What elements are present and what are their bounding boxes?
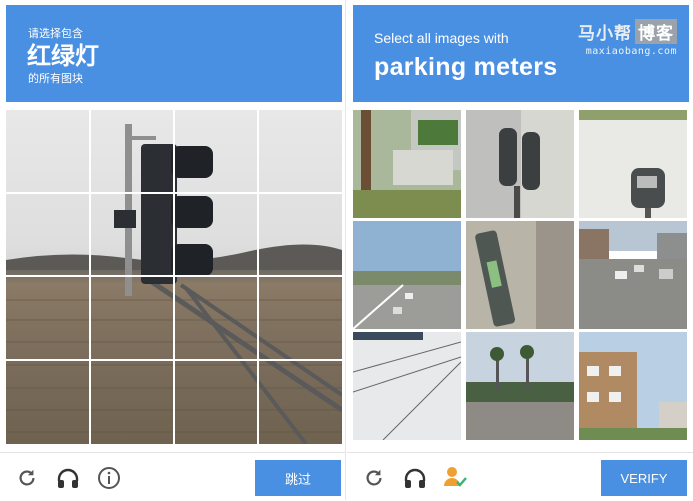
grid-line [6, 275, 342, 277]
traffic-light-image-grid[interactable] [6, 110, 342, 444]
image-tile[interactable] [579, 221, 687, 329]
watermark: 马小帮 博客 maxiaobang.com [578, 19, 677, 57]
headphones-icon[interactable] [55, 465, 81, 491]
grid-line [89, 110, 91, 444]
watermark-box: 博客 [635, 19, 677, 44]
instruction-line1: 请选择包含 [28, 28, 83, 40]
image-tile[interactable] [353, 110, 461, 218]
watermark-name: 马小帮 [578, 24, 632, 44]
left-captcha-header: 请选择包含 红绿灯 的所有图块 [6, 5, 342, 102]
image-tile[interactable] [466, 221, 574, 329]
left-captcha-panel: 请选择包含 红绿灯 的所有图块 跳过 [0, 0, 346, 500]
image-tile[interactable] [466, 110, 574, 218]
image-tile[interactable] [579, 332, 687, 440]
image-tile[interactable] [353, 221, 461, 329]
info-icon[interactable] [96, 465, 122, 491]
image-tile[interactable] [466, 332, 574, 440]
person-check-icon[interactable] [443, 465, 469, 491]
grid-line [257, 110, 259, 444]
image-tile[interactable] [579, 110, 687, 218]
verify-button[interactable]: VERIFY [601, 460, 687, 496]
watermark-url: maxiaobang.com [585, 46, 677, 57]
instruction-line2: 的所有图块 [28, 73, 83, 85]
right-captcha-panel: Select all images with parking meters 马小… [347, 0, 693, 500]
grid-line [6, 192, 342, 194]
refresh-icon[interactable] [14, 465, 40, 491]
skip-button[interactable]: 跳过 [255, 460, 341, 496]
image-tile[interactable] [353, 332, 461, 440]
left-footer: 跳过 [0, 452, 345, 501]
refresh-icon[interactable] [361, 465, 387, 491]
right-footer: VERIFY [347, 452, 693, 501]
grid-line [173, 110, 175, 444]
headphones-icon[interactable] [402, 465, 428, 491]
right-captcha-header: Select all images with parking meters 马小… [353, 5, 689, 102]
grid-line [6, 359, 342, 361]
target-label: 红绿灯 [27, 43, 99, 70]
